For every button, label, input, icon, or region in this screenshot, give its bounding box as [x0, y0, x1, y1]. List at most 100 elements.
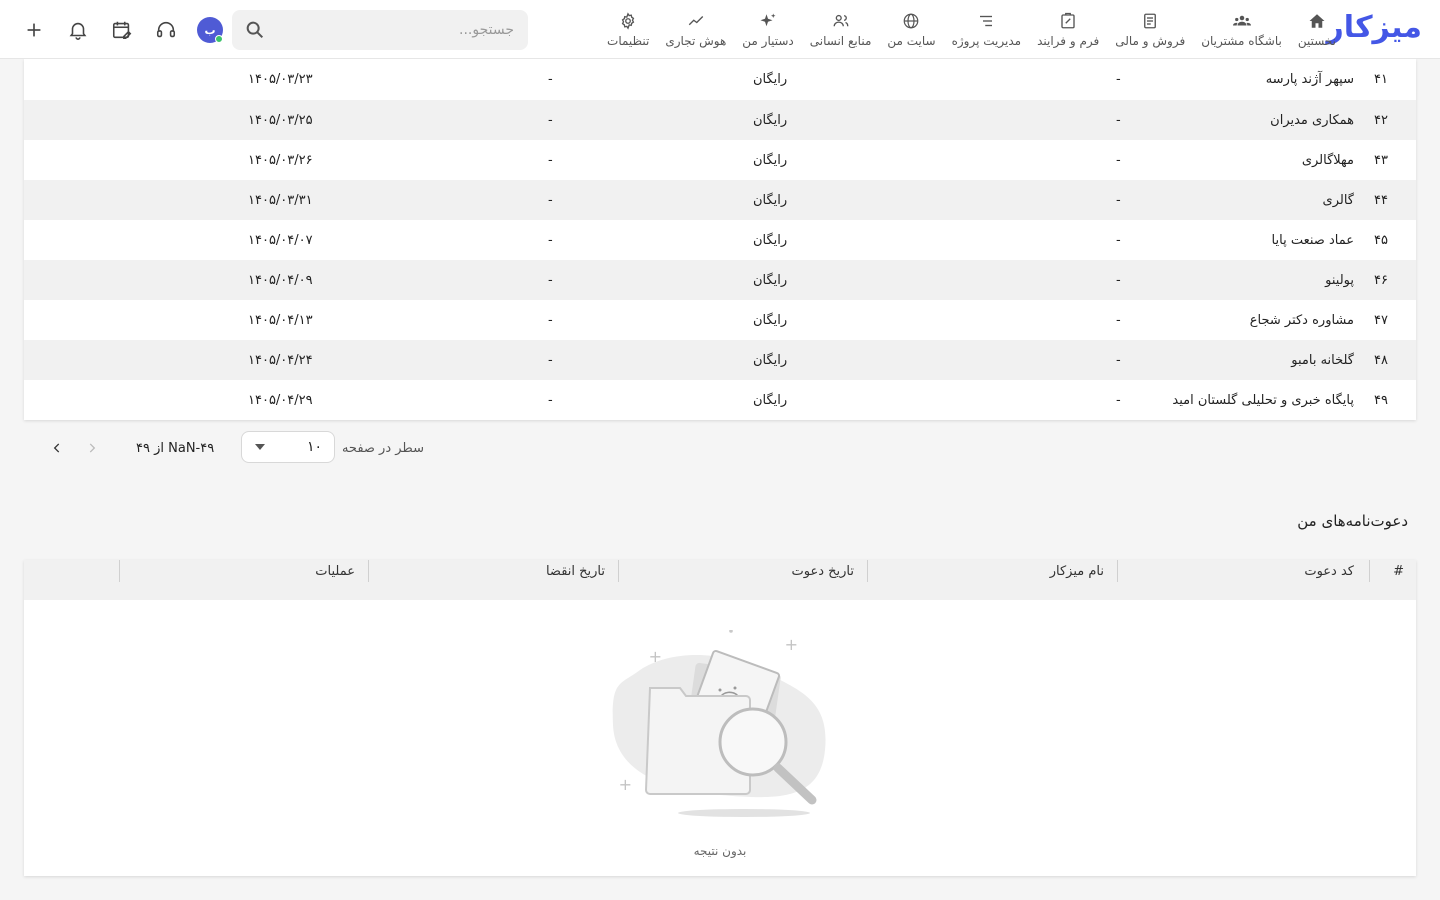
nav-item-label: فروش و مالی: [1115, 34, 1186, 48]
workspace-name: مهلاگالری: [1301, 152, 1354, 168]
nav-item-home[interactable]: نخستین: [1290, 0, 1344, 59]
column-divider: [867, 560, 868, 582]
people-icon: [831, 11, 851, 31]
cell-value: -: [548, 152, 553, 168]
users-icon: [1232, 11, 1252, 31]
column-divider: [368, 560, 369, 582]
nav-item-label: نخستین: [1297, 34, 1336, 48]
row-index: ۴۲: [1374, 112, 1388, 128]
sparkle-icon: [758, 11, 778, 31]
table-row[interactable]: ۴۵ عماد صنعت پایا - رایگان - ۱۴۰۵/۰۴/۰۷: [24, 220, 1416, 260]
expiry-date: ۱۴۰۵/۰۴/۲۴: [248, 352, 313, 368]
nav-item-project-management[interactable]: مدیریت پروژه: [944, 0, 1029, 59]
nav-item-label: منابع انسانی: [809, 34, 872, 48]
calendar-edit-icon: [112, 21, 132, 40]
nav-item-my-assistant[interactable]: دستیار من: [734, 0, 801, 59]
row-index: ۴۹: [1374, 392, 1388, 408]
workspace-name: عماد صنعت پایا: [1271, 232, 1354, 248]
calendar-button[interactable]: [100, 12, 144, 48]
svg-text:+: +: [649, 647, 662, 666]
cell-value: -: [1116, 232, 1121, 248]
cell-value: -: [1116, 72, 1121, 87]
receipt-icon: [1140, 11, 1160, 31]
expiry-date: ۱۴۰۵/۰۴/۰۹: [248, 272, 313, 288]
globe-icon: [901, 11, 921, 31]
row-index: ۴۴: [1374, 192, 1388, 208]
cell-value: -: [1116, 112, 1121, 128]
profile-button[interactable]: ب: [188, 12, 232, 48]
empty-state: + + + بدون نتیجه: [24, 630, 1416, 870]
list-icon: [976, 11, 996, 31]
plan-type: رایگان: [753, 392, 788, 408]
table-row[interactable]: ۴۸ گلخانه بامبو - رایگان - ۱۴۰۵/۰۴/۲۴: [24, 340, 1416, 380]
empty-state-text: بدون نتیجه: [693, 844, 747, 858]
nav-item-human-resources[interactable]: منابع انسانی: [802, 0, 880, 59]
cell-value: -: [1116, 152, 1121, 168]
nav-item-form-process[interactable]: فرم و فرایند: [1029, 0, 1107, 59]
cell-value: -: [548, 392, 553, 408]
workspace-name: پایگاه خبری و تحلیلی گلستان امید: [1172, 392, 1354, 408]
column-header-workspace-name[interactable]: نام میزکار: [1050, 560, 1104, 582]
search-input[interactable]: [266, 22, 514, 38]
svg-text:+: +: [785, 635, 798, 654]
chevron-left-icon: [53, 443, 60, 453]
rows-per-page-select[interactable]: ۱۰: [241, 431, 335, 463]
table-row[interactable]: ۴۲ همکاری مدیران - رایگان - ۱۴۰۵/۰۳/۲۵: [24, 100, 1416, 140]
table-row[interactable]: ۴۱ سپهر آژند پارسه - رایگان - ۱۴۰۵/۰۳/۲۳: [24, 59, 1416, 100]
column-divider: [1117, 560, 1118, 582]
cell-value: -: [548, 112, 553, 128]
expiry-date: ۱۴۰۵/۰۳/۲۶: [248, 152, 313, 168]
column-header-actions: عملیات: [315, 563, 355, 579]
pagination: سطر در صفحه ۱۰ NaN-۴۹ از ۴۹: [24, 428, 1416, 468]
nav-item-label: سایت من: [887, 34, 936, 48]
table-row[interactable]: ۴۹ پایگاه خبری و تحلیلی گلستان امید - را…: [24, 380, 1416, 420]
table-header: # کد دعوت نام میزکار تاریخ دعوت تاریخ ان…: [24, 560, 1416, 600]
rows-per-page-value: ۱۰: [306, 439, 322, 455]
gear-icon: [618, 11, 638, 31]
plan-type: رایگان: [753, 232, 788, 248]
row-index: ۴۷: [1374, 312, 1388, 328]
cell-value: -: [1116, 392, 1121, 408]
workspace-name: پولینو: [1325, 272, 1354, 288]
cell-value: -: [548, 272, 553, 288]
table-row[interactable]: ۴۶ پولینو - رایگان - ۱۴۰۵/۰۴/۰۹: [24, 260, 1416, 300]
column-header-index: #: [1393, 563, 1404, 579]
column-header-invite-code[interactable]: کد دعوت: [1304, 560, 1354, 582]
caret-down-icon: [255, 444, 265, 450]
toolbar: ب: [12, 12, 232, 48]
cell-value: -: [548, 312, 553, 328]
nav-item-my-site[interactable]: سایت من: [879, 0, 943, 59]
search-icon[interactable]: [244, 19, 266, 41]
cell-value: -: [1116, 312, 1121, 328]
form-icon: [1058, 11, 1078, 31]
plan-type: رایگان: [753, 72, 788, 87]
workspace-name: گلخانه بامبو: [1291, 352, 1354, 368]
workspace-name: مشاوره دکتر شجاع: [1249, 312, 1354, 328]
column-divider: [1369, 560, 1370, 582]
previous-page-button[interactable]: [78, 434, 106, 462]
nav-item-customers-club[interactable]: باشگاه مشتریان: [1193, 0, 1290, 59]
row-index: ۴۶: [1374, 272, 1388, 288]
expiry-date: ۱۴۰۵/۰۴/۰۷: [248, 232, 313, 248]
notifications-button[interactable]: [56, 12, 100, 48]
nav-item-label: باشگاه مشتریان: [1201, 34, 1282, 48]
cell-value: -: [1116, 272, 1121, 288]
table-row[interactable]: ۴۷ مشاوره دکتر شجاع - رایگان - ۱۴۰۵/۰۴/۱…: [24, 300, 1416, 340]
nav-item-sales-finance[interactable]: فروش و مالی: [1107, 0, 1193, 59]
plan-type: رایگان: [753, 112, 788, 128]
nav-item-business-intelligence[interactable]: هوش تجاری: [657, 0, 734, 59]
nav-item-label: هوش تجاری: [665, 34, 727, 48]
column-header-invite-date[interactable]: تاریخ دعوت: [792, 560, 855, 582]
support-button[interactable]: [144, 12, 188, 48]
bell-icon: [69, 22, 87, 40]
table-row[interactable]: ۴۳ مهلاگالری - رایگان - ۱۴۰۵/۰۳/۲۶: [24, 140, 1416, 180]
nav-item-settings[interactable]: تنظیمات: [599, 0, 657, 59]
add-button[interactable]: [12, 12, 56, 48]
row-index: ۴۱: [1374, 72, 1388, 87]
column-header-expiry-date[interactable]: تاریخ انقضا: [546, 560, 605, 582]
nav-item-label: دستیار من: [742, 34, 794, 48]
next-page-button[interactable]: [43, 434, 71, 462]
expiry-date: ۱۴۰۵/۰۳/۲۳: [248, 72, 313, 87]
home-icon: [1307, 11, 1327, 31]
table-row[interactable]: ۴۴ گالری - رایگان - ۱۴۰۵/۰۳/۳۱: [24, 180, 1416, 220]
